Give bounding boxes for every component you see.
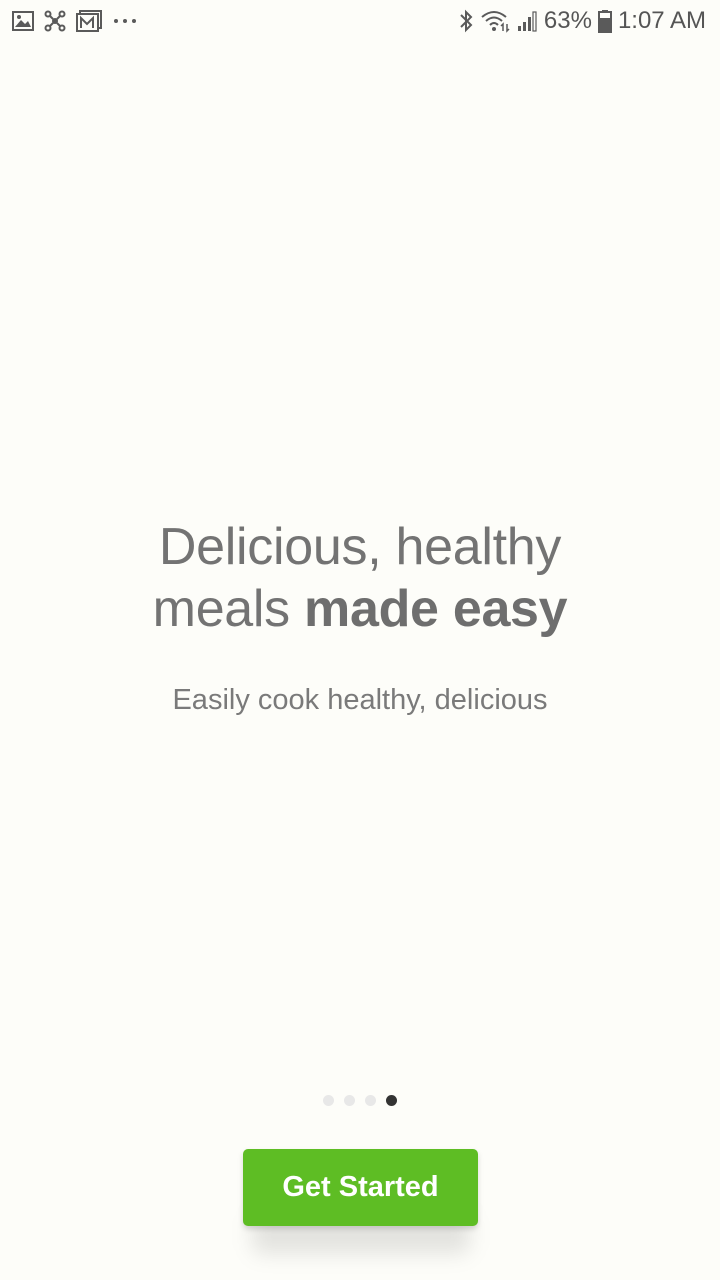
onboarding-headline: Delicious, healthy meals made easy bbox=[0, 516, 720, 640]
headline-line-2: meals made easy bbox=[0, 578, 720, 640]
headline-line-1: Delicious, healthy bbox=[158, 518, 562, 576]
signal-icon bbox=[516, 10, 538, 32]
page-dot-active bbox=[386, 1095, 397, 1106]
notification-icons bbox=[0, 10, 138, 32]
headline-bold-text: made easy bbox=[304, 580, 568, 638]
image-icon bbox=[12, 11, 34, 31]
get-started-button[interactable]: Get Started bbox=[243, 1149, 478, 1226]
wifi-icon bbox=[480, 9, 510, 33]
battery-icon bbox=[597, 9, 612, 33]
bluetooth-icon bbox=[458, 9, 474, 33]
clock: 1:07 AM bbox=[617, 7, 706, 34]
page-dot bbox=[344, 1095, 355, 1106]
onboarding-subtext: Easily cook healthy, delicious bbox=[172, 684, 548, 716]
gmail-icon bbox=[76, 10, 102, 32]
page-dot bbox=[323, 1095, 334, 1106]
system-status: 63% 1:07 AM bbox=[458, 7, 720, 35]
more-dots-icon bbox=[112, 17, 138, 25]
headline-regular-text: meals bbox=[152, 580, 305, 638]
status-bar: 63% 1:07 AM bbox=[0, 0, 720, 42]
page-indicator bbox=[0, 1095, 720, 1106]
battery-percent: 63% bbox=[543, 7, 592, 34]
page-dot bbox=[365, 1095, 376, 1106]
network-icon bbox=[44, 10, 66, 32]
